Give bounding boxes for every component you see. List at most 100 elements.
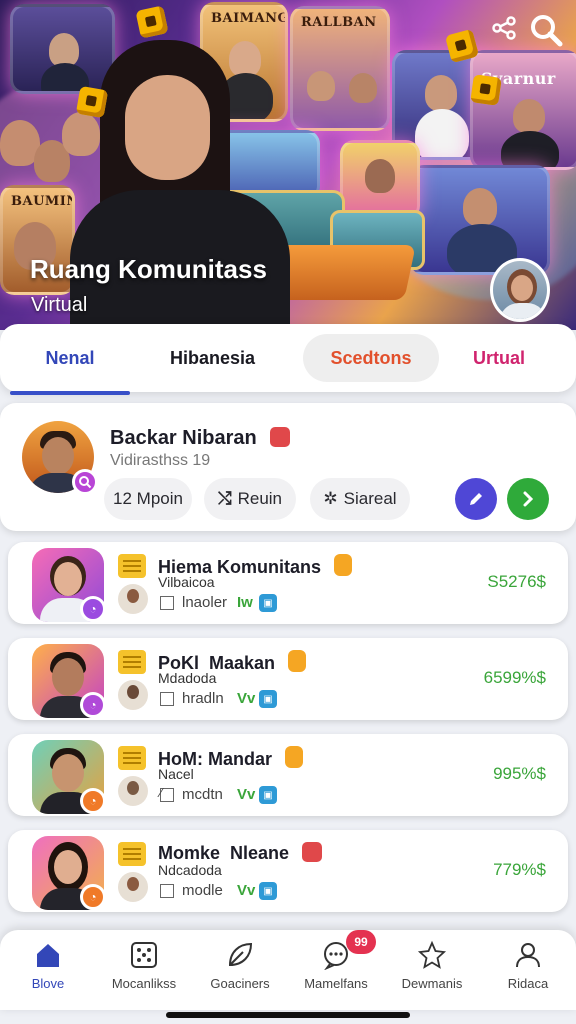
tab-bar: Nenal Hibanesia Scedtons Urtual bbox=[0, 324, 576, 395]
list-title: Momke Nleane bbox=[158, 842, 323, 864]
next-button[interactable] bbox=[507, 478, 549, 520]
profile-name: Backar Nibaran bbox=[110, 427, 291, 450]
list-item[interactable]: ◔ Momke Nleane Ndcadoda modle Vv ▣ 779%$ bbox=[8, 830, 568, 912]
circle-icon: ◔ bbox=[89, 794, 97, 808]
hero-card bbox=[340, 140, 420, 220]
hero-card-person bbox=[415, 109, 469, 157]
tab-urtual[interactable]: Urtual bbox=[439, 334, 559, 382]
points-chip[interactable]: 12 Mpoin bbox=[104, 478, 192, 520]
nav-item-goaciners[interactable]: Goaciners bbox=[192, 930, 288, 1010]
edit-button[interactable] bbox=[455, 478, 497, 520]
photo-icon: ▣ bbox=[259, 786, 277, 804]
nav-item-mocanlikss[interactable]: Mocanlikss bbox=[96, 930, 192, 1010]
circle-icon: ◔ bbox=[89, 698, 97, 712]
hero-card-person bbox=[425, 75, 457, 111]
list-item[interactable]: ◔ Hiema Komunitans Vilbaicoa lnaoler Iw … bbox=[8, 542, 568, 624]
list-mini-avatar bbox=[118, 872, 148, 902]
nav-label: Blove bbox=[31, 976, 65, 991]
hero-title: Ruang Komunitass bbox=[30, 254, 267, 284]
nav-item-ridaca[interactable]: Ridaca bbox=[480, 930, 576, 1010]
check-mark-icon: ⁄ bbox=[160, 785, 163, 800]
hero-card-caption: BAIMANGAM bbox=[211, 11, 288, 26]
flag-icon bbox=[334, 554, 353, 576]
list-vv: Vv bbox=[237, 786, 256, 803]
siareal-chip[interactable]: ✲ Siareal bbox=[310, 478, 410, 520]
hero-card-person bbox=[513, 99, 545, 133]
chip-label: Siareal bbox=[343, 489, 397, 508]
status-badge: ◔ bbox=[80, 596, 106, 622]
nav-item-mamelfans[interactable]: Mamelfans 99 bbox=[288, 930, 384, 1010]
reuin-chip[interactable]: ⤭ Reuin bbox=[204, 478, 296, 520]
home-indicator[interactable] bbox=[166, 1012, 410, 1018]
shuffle-icon: ⤭ bbox=[217, 489, 232, 508]
chip-label: Reuin bbox=[237, 489, 283, 508]
nav-item-home[interactable]: Blove bbox=[0, 930, 96, 1010]
floating-cube-icon bbox=[135, 5, 169, 39]
search-icon-glyph bbox=[531, 15, 563, 47]
star-icon bbox=[417, 940, 447, 969]
status-badge: ◔ bbox=[80, 692, 106, 718]
app-screen: BAIMANGAM RALLBAN Svarnur BAUMIN bbox=[0, 0, 576, 1024]
hero-card-caption: BAUMIN bbox=[11, 194, 75, 209]
profile-icon bbox=[516, 943, 540, 968]
share-icon-glyph bbox=[492, 16, 516, 40]
list-mini-avatar bbox=[118, 776, 148, 806]
checkbox[interactable] bbox=[160, 692, 174, 706]
profile-badge bbox=[72, 469, 98, 495]
hero-card-person bbox=[349, 73, 377, 103]
checkbox[interactable]: ⁄ bbox=[160, 785, 174, 802]
photo-icon: ▣ bbox=[259, 882, 277, 900]
list-value: S5276$ bbox=[487, 572, 546, 591]
list-note-icon bbox=[118, 842, 146, 866]
photo-icon: ▣ bbox=[259, 594, 277, 612]
floating-cube-icon bbox=[75, 85, 109, 119]
profile-name-text: Backar Nibaran bbox=[110, 427, 257, 449]
dice-icon bbox=[131, 942, 157, 968]
avatar-face bbox=[52, 658, 84, 696]
nav-item-dewmanis[interactable]: Dewmanis bbox=[384, 930, 480, 1010]
leaf-icon bbox=[228, 942, 253, 967]
search-icon[interactable] bbox=[526, 10, 566, 50]
nav-label: Mocanlikss bbox=[111, 976, 177, 991]
tab-nenal[interactable]: Nenal bbox=[10, 334, 130, 395]
hero-avatar[interactable] bbox=[490, 258, 550, 322]
checkbox[interactable] bbox=[160, 596, 174, 610]
list-title-text: Momke Nleane bbox=[158, 843, 290, 863]
floating-cube-icon bbox=[470, 74, 502, 106]
list-value: 779%$ bbox=[493, 860, 546, 879]
pencil-icon bbox=[470, 493, 482, 505]
gear-icon: ✲ bbox=[323, 489, 338, 508]
hero-subtitle: Virtual bbox=[31, 294, 88, 316]
list-meta: lnaoler bbox=[182, 594, 228, 611]
list-item[interactable]: ◔ PoKl Maakan Mdadoda hradln Vv ▣ 6599%$ bbox=[8, 638, 568, 720]
hero-card: Svarnur bbox=[470, 50, 576, 170]
photo-icon: ▣ bbox=[259, 690, 277, 708]
nav-label: Ridaca bbox=[507, 976, 549, 991]
avatar-body bbox=[499, 303, 547, 319]
nav-label: Mamelfans bbox=[304, 976, 368, 991]
chip-label: 12 Mpoin bbox=[113, 489, 183, 508]
list-vv: Vv bbox=[237, 882, 256, 899]
share-icon[interactable] bbox=[486, 10, 522, 46]
flag-icon bbox=[285, 746, 304, 768]
circle-icon: ◔ bbox=[89, 602, 97, 616]
list-note-icon bbox=[118, 554, 146, 578]
checkbox[interactable] bbox=[160, 884, 174, 898]
list-subtitle: Ndcadoda bbox=[158, 862, 222, 878]
hero-card-caption: RALLBAN bbox=[301, 15, 377, 30]
search-icon bbox=[79, 476, 92, 489]
hero-host bbox=[70, 40, 290, 330]
nav-label: Dewmanis bbox=[401, 976, 463, 991]
tab-hibanesia[interactable]: Hibanesia bbox=[130, 334, 295, 382]
avatar-face bbox=[54, 850, 82, 884]
list-item[interactable]: ◔ HoM: Mandar Nacel ⁄ mcdtn Vv ▣ 995%$ bbox=[8, 734, 568, 816]
hero-host-face bbox=[125, 75, 210, 180]
flag-icon bbox=[288, 650, 307, 672]
tab-scedtons[interactable]: Scedtons bbox=[303, 334, 439, 382]
status-badge: ◔ bbox=[80, 884, 106, 910]
list-vv: Vv bbox=[237, 690, 256, 707]
list-meta: hradln bbox=[182, 690, 224, 707]
hero-card: RALLBAN bbox=[290, 6, 390, 131]
list-meta: modle bbox=[182, 882, 223, 899]
list-note-icon bbox=[118, 746, 146, 770]
